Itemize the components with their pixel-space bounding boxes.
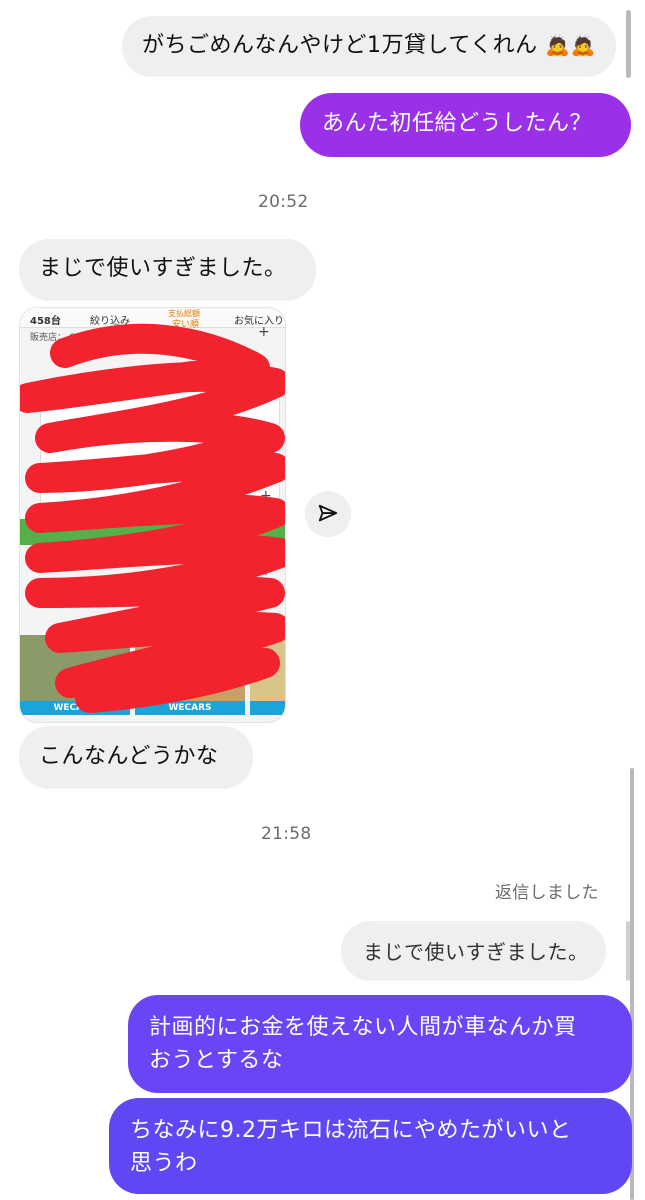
message-text: こんなんどうかな	[39, 744, 219, 769]
message-text: がちごめんなんやけど1万貸してくれん	[142, 33, 538, 58]
message-text-line: 計画的にお金を使えない人間が車なんか買	[149, 1015, 577, 1040]
shared-image[interactable]: 458台 絞り込み 支払総額 安い順 お気に入り 販売店： Car S CUNA…	[19, 307, 286, 723]
message-outgoing[interactable]: 計画的にお金を使えない人間が車なんか買 おうとするな	[128, 995, 632, 1093]
share-button[interactable]	[305, 491, 351, 537]
message-outgoing[interactable]: あんた初任給どうしたん？	[300, 93, 631, 157]
quoted-message[interactable]: まじで使いすぎました。	[341, 921, 606, 981]
quoted-text: まじで使いすぎました。	[363, 940, 589, 964]
message-outgoing[interactable]: ちなみに9.2万キロは流石にやめたがいいと 思うわ	[109, 1098, 632, 1194]
message-text-line: 思うわ	[130, 1151, 198, 1176]
message-text-line: ちなみに9.2万キロは流石にやめたがいいと	[130, 1118, 572, 1143]
message-text: あんた初任給どうしたん？	[322, 111, 593, 136]
reply-indicator	[626, 921, 630, 981]
redaction-scribble	[20, 323, 285, 713]
message-incoming[interactable]: がちごめんなんやけど1万貸してくれん 🙇🙇	[122, 16, 616, 77]
message-incoming[interactable]: まじで使いすぎました。	[19, 239, 316, 301]
message-text: まじで使いすぎました。	[39, 256, 287, 281]
message-text-line: おうとするな	[149, 1048, 284, 1073]
scroll-indicator-top[interactable]	[626, 10, 631, 78]
bowing-emoji: 🙇🙇	[545, 33, 596, 57]
reply-label: 返信しました	[495, 883, 599, 903]
paper-plane-icon	[318, 504, 338, 522]
message-incoming[interactable]: こんなんどうかな	[19, 726, 253, 789]
timestamp: 20:52	[258, 192, 309, 212]
timestamp: 21:58	[261, 824, 312, 844]
